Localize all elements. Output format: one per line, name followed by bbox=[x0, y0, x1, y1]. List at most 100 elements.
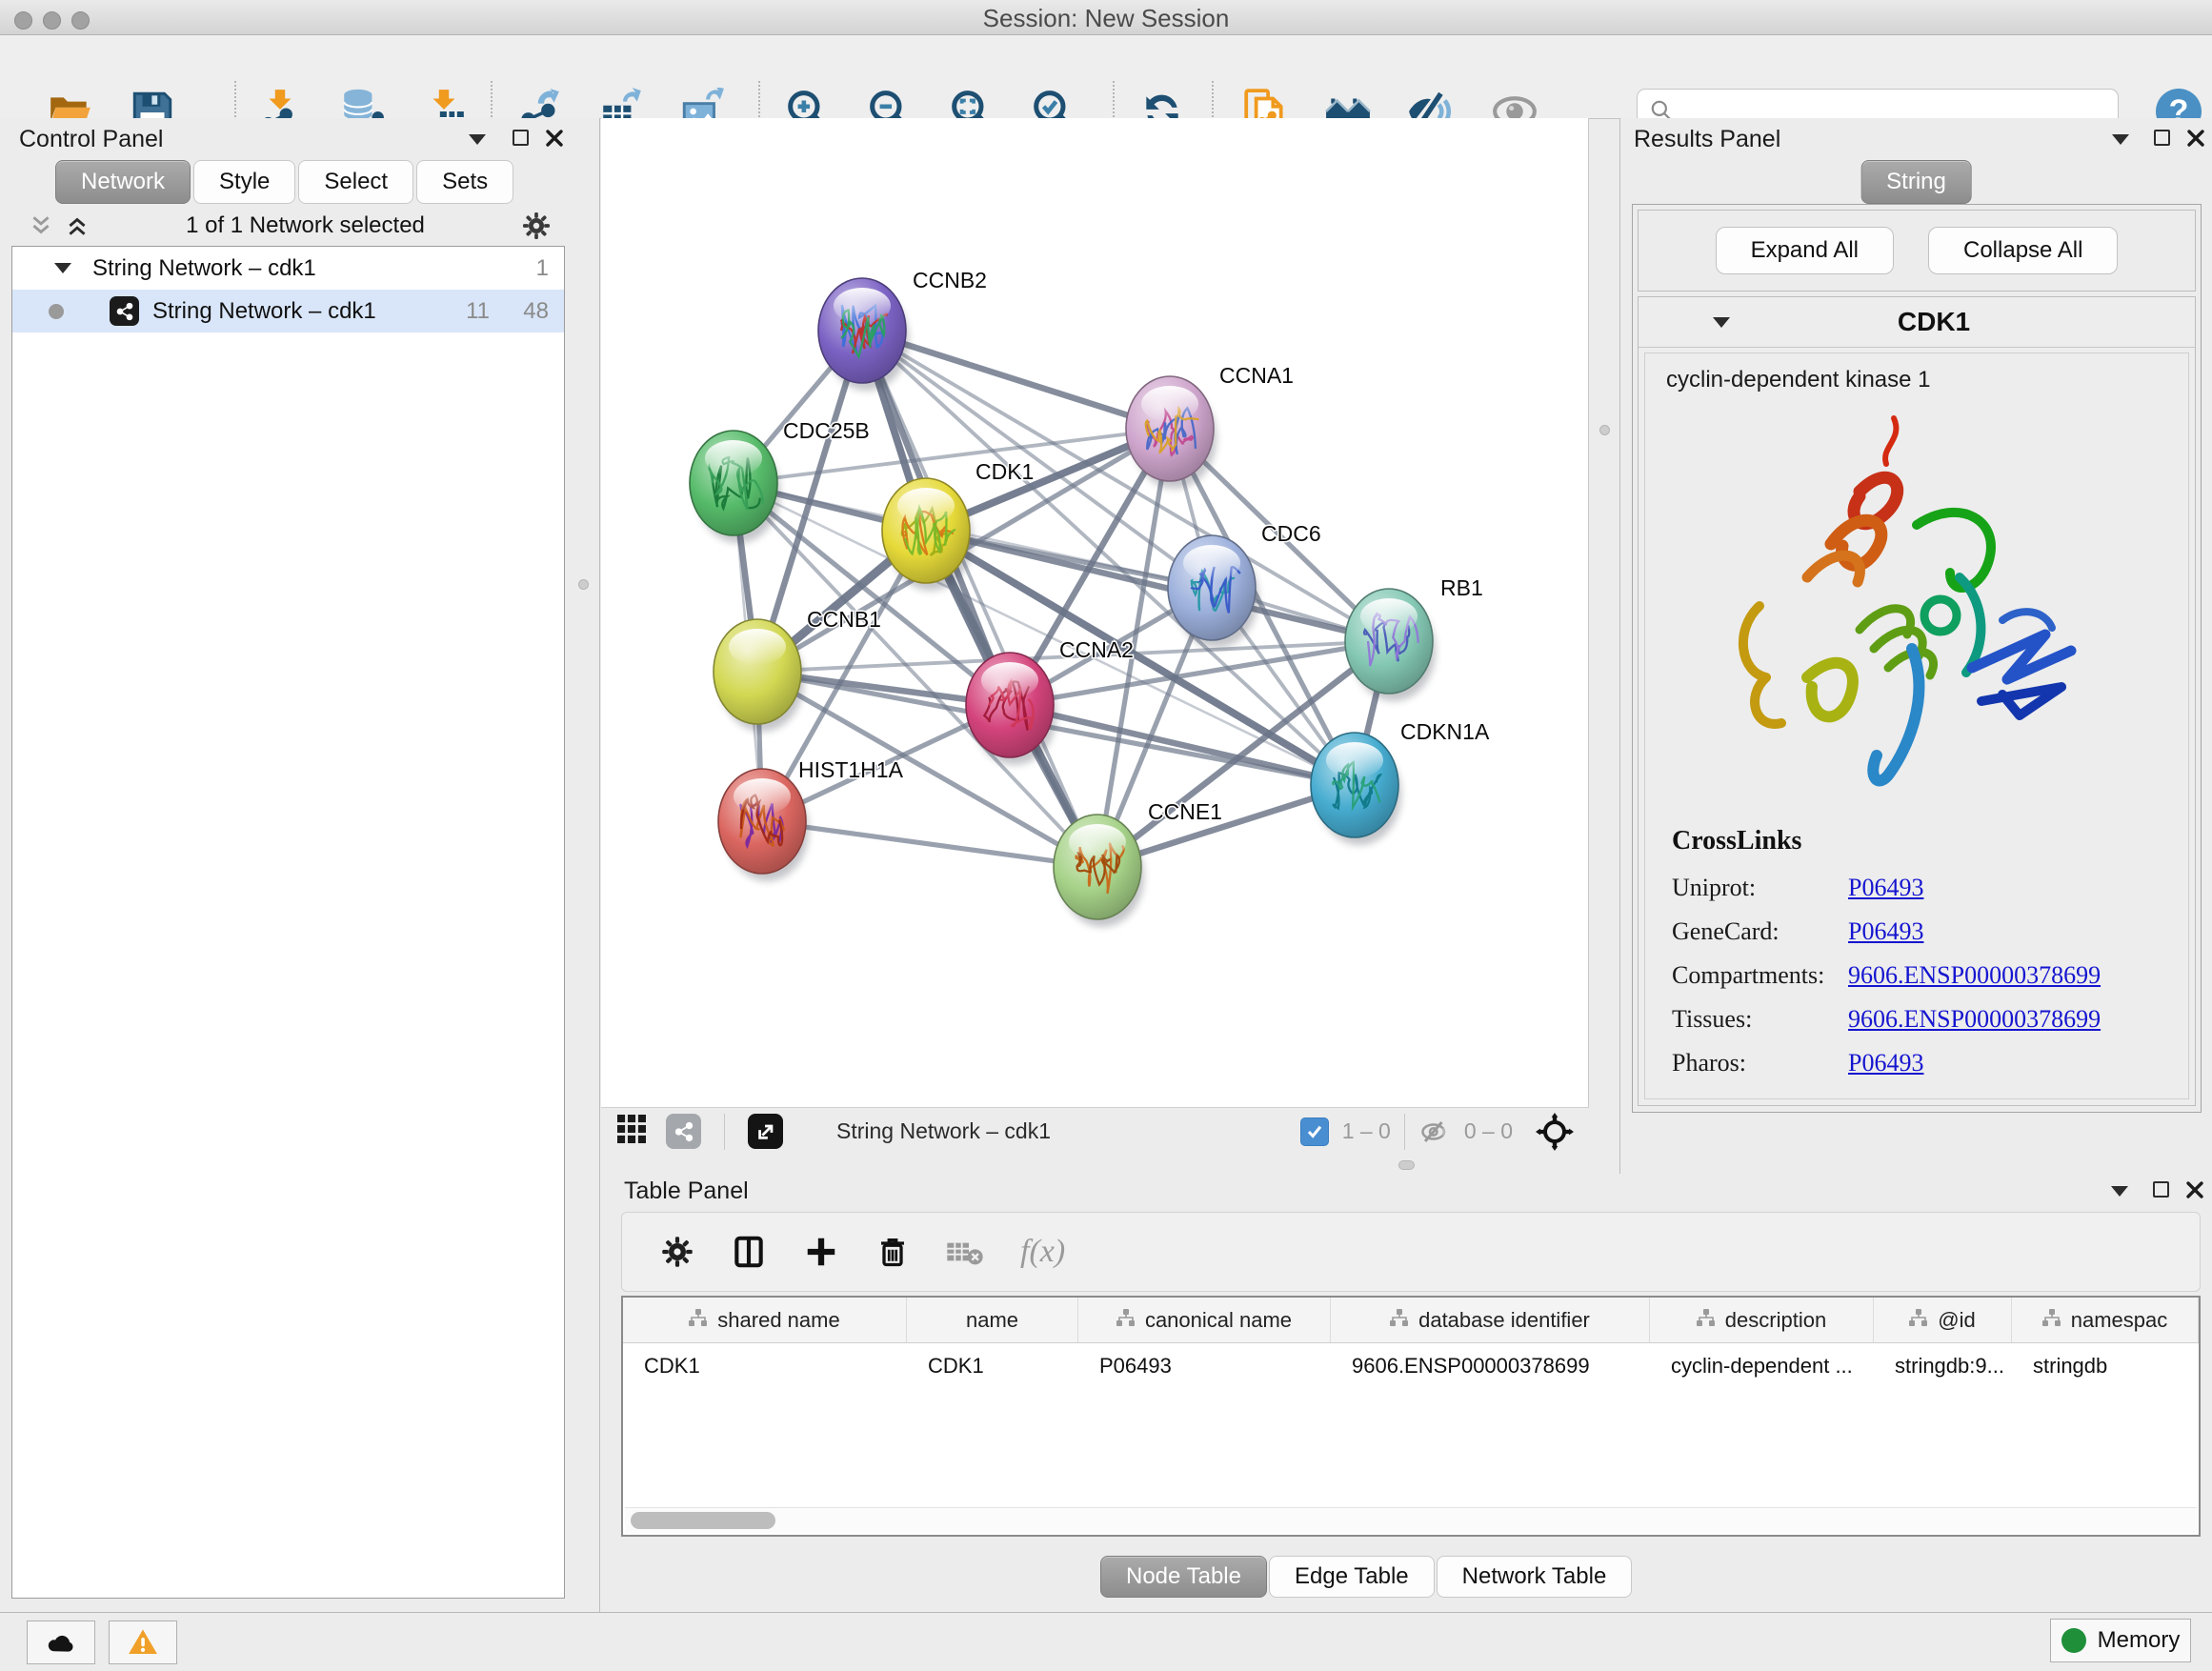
node-label-CCNB1: CCNB1 bbox=[807, 607, 881, 632]
node-CCNA2[interactable] bbox=[966, 653, 1056, 765]
left-splitter-handle[interactable] bbox=[578, 579, 589, 590]
column-header--id[interactable]: @id bbox=[1874, 1298, 2012, 1342]
network-canvas[interactable]: CCNB2CCNA1CDC25BCDK1CDC6RB1CCNB1CCNA2CDK… bbox=[601, 118, 1589, 1107]
table-cell[interactable]: P06493 bbox=[1078, 1343, 1331, 1389]
control-panel-float-button[interactable] bbox=[513, 130, 529, 146]
tab-select[interactable]: Select bbox=[298, 160, 413, 204]
column-header-name[interactable]: name bbox=[907, 1298, 1078, 1342]
network-share-button[interactable] bbox=[666, 1114, 701, 1149]
edge-HIST1H1A-CCNE1[interactable] bbox=[762, 821, 1097, 867]
network-collection-row[interactable]: String Network – cdk1 1 bbox=[12, 247, 564, 290]
tab-edge-table[interactable]: Edge Table bbox=[1269, 1556, 1435, 1598]
delete-column-trash-icon[interactable] bbox=[875, 1235, 910, 1269]
results-panel-float-button[interactable] bbox=[2154, 130, 2170, 146]
node-table[interactable]: shared name name canonical name database id… bbox=[621, 1296, 2201, 1537]
table-row[interactable]: CDK1CDK1P064939606.ENSP00000378699cyclin… bbox=[623, 1343, 2199, 1389]
node-CDC25B[interactable] bbox=[690, 431, 780, 543]
expand-all-icon[interactable] bbox=[65, 213, 90, 238]
main-toolbar: ? bbox=[0, 35, 2212, 119]
table-panel-menu-button[interactable] bbox=[2111, 1186, 2128, 1197]
cloud-button[interactable] bbox=[27, 1621, 95, 1664]
node-CCNA1[interactable] bbox=[1126, 376, 1217, 489]
node-RB1[interactable] bbox=[1345, 589, 1436, 701]
expand-all-button[interactable]: Expand All bbox=[1716, 227, 1894, 274]
node-CCNE1[interactable] bbox=[1054, 815, 1144, 927]
column-header-namespac[interactable]: namespac bbox=[2012, 1298, 2199, 1342]
crosslink-link[interactable]: 9606.ENSP00000378699 bbox=[1848, 961, 2101, 990]
horizontal-splitter-handle[interactable] bbox=[1398, 1160, 1415, 1170]
table-horizontal-scrollbar[interactable] bbox=[625, 1507, 2197, 1533]
table-cell[interactable]: 9606.ENSP00000378699 bbox=[1331, 1343, 1650, 1389]
results-panel-menu-button[interactable] bbox=[2112, 134, 2129, 145]
results-panel: Results Panel String Expand All Collapse… bbox=[1619, 118, 2212, 1174]
collapse-all-button[interactable]: Collapse All bbox=[1928, 227, 2118, 274]
node-label-CCNE1: CCNE1 bbox=[1148, 799, 1222, 824]
crosslink-link[interactable]: 9606.ENSP00000378699 bbox=[1848, 1005, 2101, 1034]
tab-style[interactable]: Style bbox=[193, 160, 295, 204]
network-graph[interactable]: CCNB2CCNA1CDC25BCDK1CDC6RB1CCNB1CCNA2CDK… bbox=[601, 118, 1589, 1107]
navigator-crosshair-button[interactable] bbox=[1536, 1113, 1574, 1151]
control-panel-menu-button[interactable] bbox=[469, 134, 486, 145]
table-settings-gear-icon[interactable] bbox=[660, 1235, 694, 1269]
collection-expander-icon[interactable] bbox=[54, 263, 71, 273]
cloud-icon bbox=[43, 1626, 79, 1659]
table-cell[interactable]: CDK1 bbox=[907, 1343, 1078, 1389]
column-header-database-identifier[interactable]: database identifier bbox=[1331, 1298, 1650, 1342]
add-column-icon[interactable] bbox=[803, 1234, 839, 1270]
column-header-canonical-name[interactable]: canonical name bbox=[1078, 1298, 1331, 1342]
control-panel-title: Control Panel bbox=[19, 126, 163, 153]
column-header-shared-name[interactable]: shared name bbox=[623, 1298, 907, 1342]
crosslink-label: Compartments: bbox=[1645, 961, 1848, 990]
table-panel: Table Panel f(x) shared namenamecanonica… bbox=[601, 1174, 2212, 1612]
namespace-icon bbox=[2042, 1308, 2061, 1333]
control-panel-close-button[interactable] bbox=[545, 129, 564, 148]
crosslink-link[interactable]: P06493 bbox=[1848, 1049, 1923, 1077]
crosslink-link[interactable]: P06493 bbox=[1848, 917, 1923, 946]
node-HIST1H1A[interactable] bbox=[718, 769, 809, 881]
tab-sets[interactable]: Sets bbox=[416, 160, 513, 204]
crosslink-link[interactable]: P06493 bbox=[1848, 874, 1923, 902]
results-panel-title: Results Panel bbox=[1634, 126, 1780, 153]
edge-CCNB2-CCNE1[interactable] bbox=[862, 331, 1097, 867]
string-network-icon bbox=[110, 296, 139, 326]
scrollbar-thumb[interactable] bbox=[631, 1512, 775, 1529]
right-splitter-handle[interactable] bbox=[1599, 425, 1610, 435]
node-label-HIST1H1A: HIST1H1A bbox=[798, 757, 904, 782]
gear-icon[interactable] bbox=[521, 211, 552, 241]
table-cell[interactable]: stringdb bbox=[2012, 1343, 2199, 1389]
network-row[interactable]: String Network – cdk1 11 48 bbox=[12, 290, 564, 332]
crosslink-row: Compartments:9606.ENSP00000378699 bbox=[1645, 954, 2188, 997]
network-edge-count: 48 bbox=[523, 298, 549, 325]
memory-label: Memory bbox=[2098, 1627, 2181, 1654]
protein-expander-icon[interactable] bbox=[1713, 317, 1730, 328]
node-CCNB1[interactable] bbox=[714, 619, 804, 732]
node-CDC6[interactable] bbox=[1168, 535, 1258, 648]
selected-checkbox[interactable] bbox=[1300, 1117, 1329, 1146]
warning-icon bbox=[126, 1626, 160, 1659]
table-cell[interactable]: CDK1 bbox=[623, 1343, 907, 1389]
column-header-description[interactable]: description bbox=[1650, 1298, 1874, 1342]
node-CCNB2[interactable] bbox=[818, 278, 909, 391]
results-panel-close-button[interactable] bbox=[2186, 129, 2205, 148]
node-CDK1[interactable] bbox=[882, 478, 973, 591]
collapse-all-icon[interactable] bbox=[29, 213, 53, 238]
tab-network-table[interactable]: Network Table bbox=[1437, 1556, 1633, 1598]
tab-node-table[interactable]: Node Table bbox=[1100, 1556, 1267, 1598]
table-cell[interactable]: stringdb:9... bbox=[1874, 1343, 2012, 1389]
crosslink-row: Uniprot:P06493 bbox=[1645, 866, 2188, 910]
edge-CCNA2-CDKN1A[interactable] bbox=[1010, 705, 1355, 785]
node-CDKN1A[interactable] bbox=[1311, 733, 1401, 845]
table-cell[interactable]: cyclin-dependent ... bbox=[1650, 1343, 1874, 1389]
column-header-label: shared name bbox=[717, 1308, 839, 1333]
table-panel-close-button[interactable] bbox=[2185, 1180, 2204, 1199]
warnings-button[interactable] bbox=[109, 1621, 177, 1664]
table-panel-float-button[interactable] bbox=[2153, 1181, 2169, 1198]
memory-button[interactable]: Memory bbox=[2050, 1619, 2191, 1662]
tab-network[interactable]: Network bbox=[55, 160, 191, 204]
column-header-label: canonical name bbox=[1145, 1308, 1292, 1333]
birdseye-grid-button[interactable] bbox=[614, 1112, 649, 1151]
open-in-browser-button[interactable] bbox=[748, 1114, 783, 1149]
tab-string[interactable]: String bbox=[1860, 160, 1972, 204]
show-columns-icon[interactable] bbox=[731, 1234, 767, 1270]
protein-header[interactable]: CDK1 bbox=[1639, 297, 2195, 348]
